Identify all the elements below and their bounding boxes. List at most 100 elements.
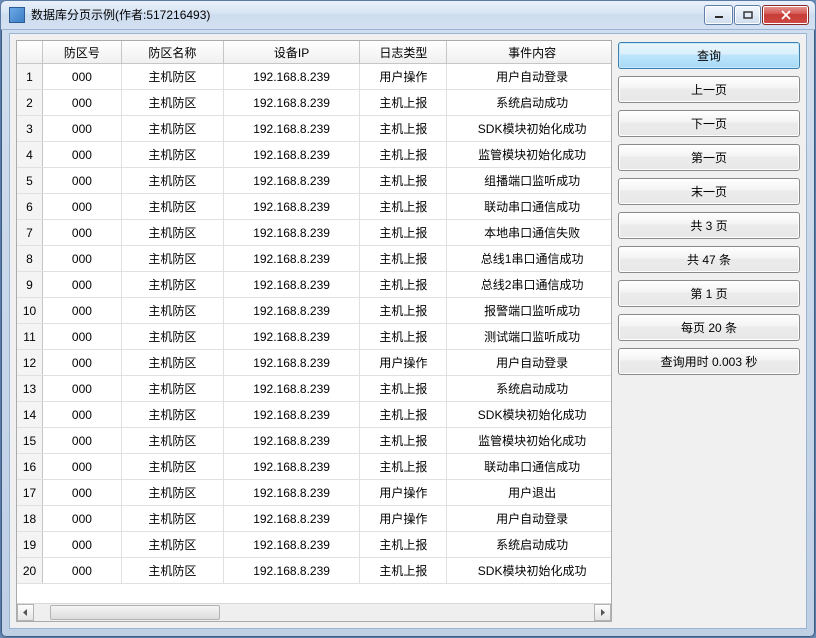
table-cell: 主机防区 (121, 298, 223, 324)
row-number: 16 (17, 454, 43, 480)
table-cell: 报警端口监听成功 (447, 298, 611, 324)
table-cell: 主机防区 (121, 324, 223, 350)
table-cell: SDK模块初始化成功 (447, 558, 611, 584)
close-button[interactable] (762, 5, 809, 25)
table-cell: 主机上报 (360, 194, 447, 220)
table-cell: 000 (43, 402, 122, 428)
table-row[interactable]: 12000主机防区192.168.8.239用户操作用户自动登录2 (17, 350, 611, 376)
horizontal-scrollbar[interactable] (17, 603, 611, 621)
minimize-button[interactable] (704, 5, 733, 25)
table-row[interactable]: 10000主机防区192.168.8.239主机上报报警端口监听成功2 (17, 298, 611, 324)
table-cell: 000 (43, 64, 122, 90)
table-row[interactable]: 2000主机防区192.168.8.239主机上报系统启动成功2 (17, 90, 611, 116)
table-cell: 000 (43, 246, 122, 272)
table-cell: 主机防区 (121, 220, 223, 246)
row-number: 13 (17, 376, 43, 402)
table-cell: 总线1串口通信成功 (447, 246, 611, 272)
next-button[interactable]: 下一页 (618, 110, 800, 137)
table-cell: 000 (43, 220, 122, 246)
table-row[interactable]: 11000主机防区192.168.8.239主机上报测试端口监听成功2 (17, 324, 611, 350)
table-row[interactable]: 3000主机防区192.168.8.239主机上报SDK模块初始化成功2 (17, 116, 611, 142)
table-cell: 192.168.8.239 (223, 272, 359, 298)
table-cell: 主机防区 (121, 272, 223, 298)
column-header[interactable]: 事件内容 (447, 41, 611, 64)
table-row[interactable]: 8000主机防区192.168.8.239主机上报总线1串口通信成功2 (17, 246, 611, 272)
table-cell: 主机上报 (360, 298, 447, 324)
table-cell: 000 (43, 428, 122, 454)
table-row[interactable]: 5000主机防区192.168.8.239主机上报组播端口监听成功2 (17, 168, 611, 194)
table-cell: 用户自动登录 (447, 350, 611, 376)
table-row[interactable]: 16000主机防区192.168.8.239主机上报联动串口通信成功2 (17, 454, 611, 480)
table-row[interactable]: 19000主机防区192.168.8.239主机上报系统启动成功2 (17, 532, 611, 558)
table-cell: 主机上报 (360, 376, 447, 402)
row-number: 8 (17, 246, 43, 272)
row-number-header[interactable] (17, 41, 43, 64)
table-cell: 主机上报 (360, 402, 447, 428)
table-cell: 192.168.8.239 (223, 116, 359, 142)
table-row[interactable]: 18000主机防区192.168.8.239用户操作用户自动登录2 (17, 506, 611, 532)
column-header[interactable]: 日志类型 (360, 41, 447, 64)
table-row[interactable]: 4000主机防区192.168.8.239主机上报监管模块初始化成功2 (17, 142, 611, 168)
table-cell: SDK模块初始化成功 (447, 116, 611, 142)
column-header[interactable]: 设备IP (223, 41, 359, 64)
row-number: 4 (17, 142, 43, 168)
column-header[interactable]: 防区号 (43, 41, 122, 64)
table-cell: 192.168.8.239 (223, 246, 359, 272)
table-cell: 192.168.8.239 (223, 506, 359, 532)
table-row[interactable]: 6000主机防区192.168.8.239主机上报联动串口通信成功2 (17, 194, 611, 220)
table-cell: 监管模块初始化成功 (447, 428, 611, 454)
table-cell: 主机上报 (360, 142, 447, 168)
table-row[interactable]: 20000主机防区192.168.8.239主机上报SDK模块初始化成功2 (17, 558, 611, 584)
row-number: 15 (17, 428, 43, 454)
table-cell: 192.168.8.239 (223, 194, 359, 220)
total-rows-button: 共 47 条 (618, 246, 800, 273)
scroll-left-button[interactable] (17, 604, 34, 621)
table-cell: 000 (43, 142, 122, 168)
table-row[interactable]: 14000主机防区192.168.8.239主机上报SDK模块初始化成功2 (17, 402, 611, 428)
table-cell: 000 (43, 324, 122, 350)
table-cell: 192.168.8.239 (223, 480, 359, 506)
maximize-button[interactable] (734, 5, 761, 25)
table-cell: 192.168.8.239 (223, 90, 359, 116)
table-cell: 主机上报 (360, 532, 447, 558)
last-button[interactable]: 末一页 (618, 178, 800, 205)
row-number: 5 (17, 168, 43, 194)
table-cell: 主机防区 (121, 64, 223, 90)
table-cell: 主机防区 (121, 532, 223, 558)
total-pages-button: 共 3 页 (618, 212, 800, 239)
scroll-track[interactable] (34, 604, 594, 621)
row-number: 6 (17, 194, 43, 220)
titlebar[interactable]: 数据库分页示例(作者:517216493) (1, 1, 815, 30)
table-cell: 用户自动登录 (447, 506, 611, 532)
first-button[interactable]: 第一页 (618, 144, 800, 171)
table-cell: 000 (43, 272, 122, 298)
table-row[interactable]: 7000主机防区192.168.8.239主机上报本地串口通信失败2 (17, 220, 611, 246)
row-number: 2 (17, 90, 43, 116)
scroll-right-button[interactable] (594, 604, 611, 621)
data-table[interactable]: 防区号防区名称设备IP日志类型事件内容 1000主机防区192.168.8.23… (17, 41, 611, 584)
current-page-button: 第 1 页 (618, 280, 800, 307)
table-cell: 主机防区 (121, 142, 223, 168)
query-button[interactable]: 查询 (618, 42, 800, 69)
table-cell: 联动串口通信成功 (447, 454, 611, 480)
prev-button[interactable]: 上一页 (618, 76, 800, 103)
table-cell: 192.168.8.239 (223, 402, 359, 428)
table-cell: 主机防区 (121, 168, 223, 194)
scroll-thumb[interactable] (50, 605, 220, 620)
table-cell: 192.168.8.239 (223, 428, 359, 454)
column-header[interactable]: 防区名称 (121, 41, 223, 64)
table-container: 防区号防区名称设备IP日志类型事件内容 1000主机防区192.168.8.23… (16, 40, 612, 622)
table-cell: 主机防区 (121, 558, 223, 584)
table-row[interactable]: 17000主机防区192.168.8.239用户操作用户退出2 (17, 480, 611, 506)
table-cell: 用户操作 (360, 506, 447, 532)
table-row[interactable]: 9000主机防区192.168.8.239主机上报总线2串口通信成功2 (17, 272, 611, 298)
table-cell: 000 (43, 116, 122, 142)
table-row[interactable]: 13000主机防区192.168.8.239主机上报系统启动成功2 (17, 376, 611, 402)
page-size-button: 每页 20 条 (618, 314, 800, 341)
table-row[interactable]: 15000主机防区192.168.8.239主机上报监管模块初始化成功2 (17, 428, 611, 454)
table-cell: 192.168.8.239 (223, 454, 359, 480)
table-cell: 主机防区 (121, 246, 223, 272)
app-icon (9, 7, 25, 23)
table-cell: 000 (43, 298, 122, 324)
table-row[interactable]: 1000主机防区192.168.8.239用户操作用户自动登录2 (17, 64, 611, 90)
